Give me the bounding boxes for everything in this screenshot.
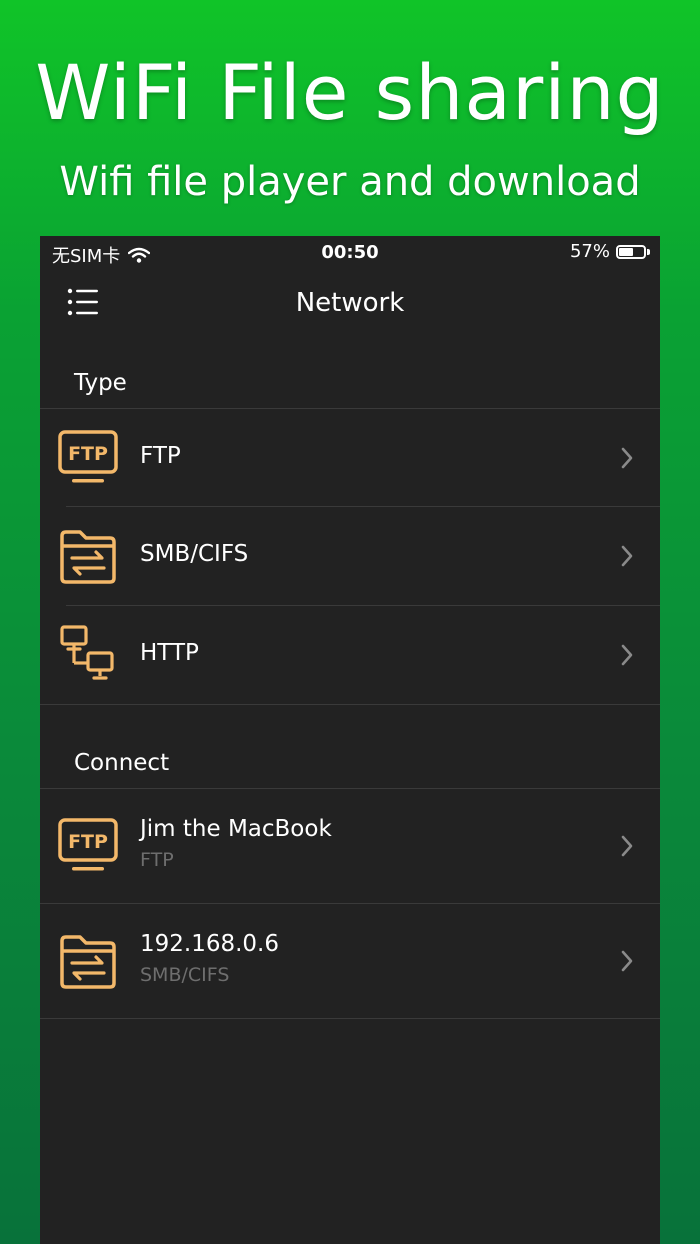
ftp-icon: FTP (58, 818, 118, 871)
divider (40, 1018, 660, 1019)
connection-item[interactable]: FTP Jim the MacBook FTP (40, 789, 660, 903)
section-header-connect: Connect (74, 750, 170, 776)
section-header-type: Type (74, 370, 127, 396)
type-item-label: HTTP (140, 640, 199, 666)
promo-subtitle: Wifi file player and download (59, 159, 641, 205)
type-item-smb-cifs[interactable]: SMB/CIFS (40, 507, 660, 605)
status-bar: 无SIM卡 00:50 57% (40, 236, 660, 272)
ftp-icon: FTP (58, 430, 118, 483)
promo-title: WiFi File sharing (35, 48, 665, 137)
battery-fill (619, 247, 633, 256)
nav-bar: Network (40, 272, 660, 336)
phone-screen: 无SIM卡 00:50 57% Network Type FTP FTP SMB… (40, 236, 660, 1244)
battery-icon (616, 244, 650, 259)
chevron-right-icon (621, 644, 633, 666)
divider (40, 704, 660, 705)
connection-type: FTP (140, 849, 174, 871)
status-time: 00:50 (321, 242, 379, 263)
connection-title: Jim the MacBook (140, 816, 332, 842)
connection-item[interactable]: 192.168.0.6 SMB/CIFS (40, 904, 660, 1018)
connection-title: 192.168.0.6 (140, 931, 279, 957)
folder-transfer-icon (60, 935, 116, 989)
chevron-right-icon (621, 545, 633, 567)
type-item-label: FTP (140, 443, 181, 469)
chevron-right-icon (621, 835, 633, 857)
svg-text:FTP: FTP (68, 443, 108, 465)
network-computers-icon (60, 625, 114, 680)
chevron-right-icon (621, 447, 633, 469)
type-item-http[interactable]: HTTP (40, 606, 660, 704)
chevron-right-icon (621, 950, 633, 972)
nav-title: Network (295, 288, 405, 318)
status-right: 57% (570, 241, 650, 262)
type-item-ftp[interactable]: FTP FTP (40, 409, 660, 507)
battery-percent: 57% (569, 241, 610, 262)
type-item-label: SMB/CIFS (140, 541, 249, 567)
connection-type: SMB/CIFS (140, 964, 230, 986)
folder-transfer-icon (60, 530, 116, 584)
svg-text:FTP: FTP (68, 831, 108, 853)
